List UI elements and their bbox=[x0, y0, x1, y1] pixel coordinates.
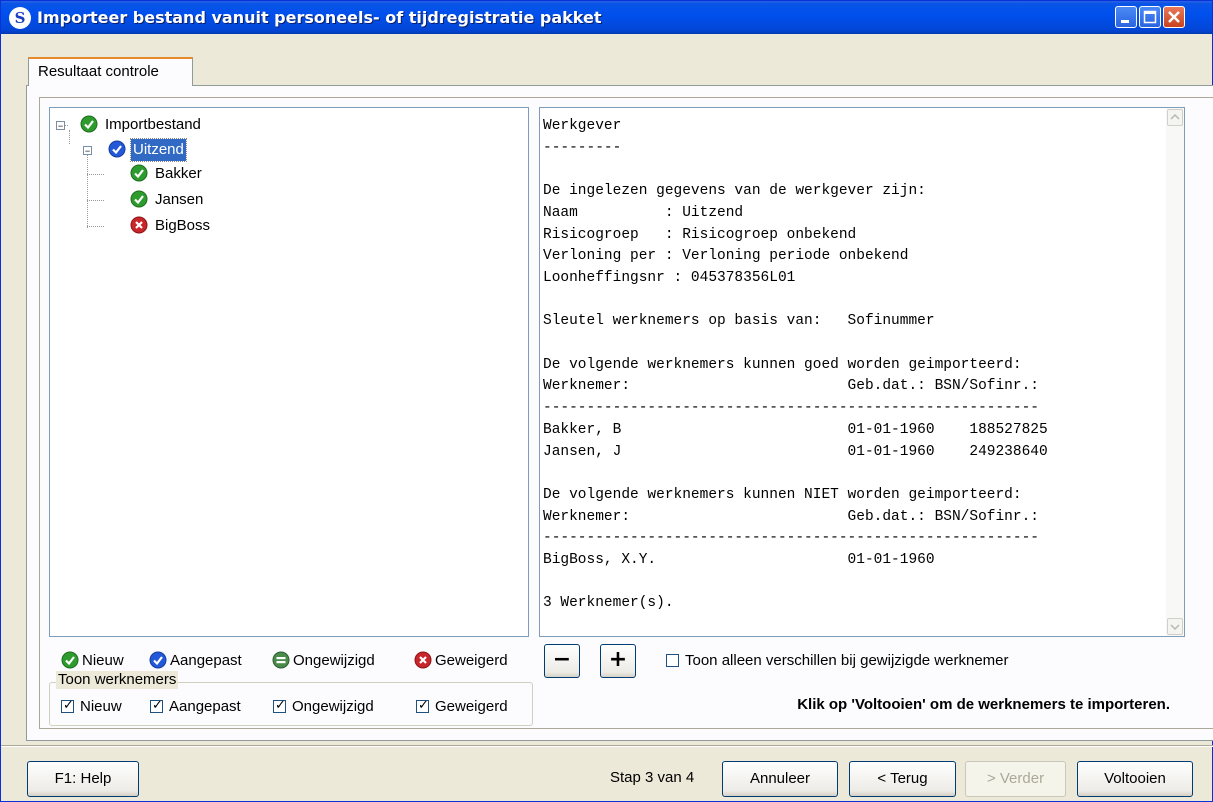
back-button[interactable]: < Terug bbox=[849, 761, 956, 797]
maximize-button[interactable] bbox=[1139, 6, 1161, 28]
legend-label: Ongewijzigd bbox=[293, 652, 375, 669]
minimize-icon bbox=[1121, 20, 1129, 23]
expand-all-button[interactable]: + bbox=[600, 644, 636, 678]
tree-node-label: Bakker bbox=[155, 165, 202, 182]
checkmark-icon: ✓ bbox=[418, 698, 429, 713]
checkbox-label: Aangepast bbox=[169, 698, 241, 715]
app-logo-icon: S bbox=[9, 7, 31, 29]
checkmark-icon: ✓ bbox=[275, 698, 286, 713]
report-scrollbar[interactable] bbox=[1166, 108, 1184, 636]
collapse-all-button[interactable]: − bbox=[544, 644, 580, 678]
geweigerd-status-icon bbox=[130, 216, 148, 234]
filter-aangepast-checkbox[interactable]: ✓ Aangepast bbox=[150, 698, 241, 716]
nieuw-status-icon bbox=[61, 651, 79, 669]
cancel-button[interactable]: Annuleer bbox=[722, 761, 838, 797]
result-tree[interactable]: − − Importbestand Uitzend Bakker Jansen … bbox=[49, 107, 529, 637]
nieuw-status-icon bbox=[80, 115, 98, 133]
filter-nieuw-checkbox[interactable]: ✓ Nieuw bbox=[61, 698, 122, 716]
tree-node-bakker[interactable]: Bakker bbox=[130, 163, 204, 185]
minimize-button[interactable] bbox=[1115, 6, 1137, 28]
legend-ongewijzigd: Ongewijzigd bbox=[272, 650, 375, 672]
tab-resultaat-controle[interactable]: Resultaat controle bbox=[28, 57, 193, 86]
footer-separator bbox=[1, 745, 1213, 747]
checkbox-label: Geweigerd bbox=[435, 698, 508, 715]
finish-hint-text: Klik op 'Voltooien' om de werknemers te … bbox=[797, 696, 1170, 713]
tree-node-label: Importbestand bbox=[105, 116, 201, 133]
ongewijzigd-status-icon bbox=[272, 651, 290, 669]
checkbox-label: Ongewijzigd bbox=[292, 698, 374, 715]
close-button[interactable] bbox=[1163, 6, 1185, 28]
window-title: Importeer bestand vanuit personeels- of … bbox=[37, 8, 602, 27]
legend-aangepast: Aangepast bbox=[149, 650, 242, 672]
tree-node-importbestand[interactable]: Importbestand bbox=[80, 114, 203, 136]
legend-label: Geweigerd bbox=[435, 652, 508, 669]
geweigerd-status-icon bbox=[414, 651, 432, 669]
filter-ongewijzigd-checkbox[interactable]: ✓ Ongewijzigd bbox=[273, 698, 374, 716]
finish-button[interactable]: Voltooien bbox=[1077, 761, 1193, 797]
chevron-down-icon bbox=[1170, 624, 1180, 631]
checkmark-icon: ✓ bbox=[152, 698, 163, 713]
maximize-icon bbox=[1143, 10, 1157, 24]
toon-alleen-verschillen-checkbox[interactable]: Toon alleen verschillen bij gewijzigde w… bbox=[666, 652, 1009, 670]
nieuw-status-icon bbox=[130, 164, 148, 182]
checkmark-icon: ✓ bbox=[63, 698, 74, 713]
help-button[interactable]: F1: Help bbox=[27, 761, 139, 797]
tree-node-label: Uitzend bbox=[130, 138, 187, 162]
aangepast-status-icon bbox=[149, 651, 167, 669]
scroll-up-button[interactable] bbox=[1167, 109, 1183, 126]
checkbox-label: Nieuw bbox=[80, 698, 122, 715]
filter-geweigerd-checkbox[interactable]: ✓ Geweigerd bbox=[416, 698, 508, 716]
next-button[interactable]: > Verder bbox=[965, 761, 1066, 797]
report-text: Werkgever --------- De ingelezen gegeven… bbox=[543, 118, 1048, 612]
tree-node-label: BigBoss bbox=[155, 217, 211, 234]
aangepast-status-icon bbox=[108, 140, 126, 158]
tree-node-jansen[interactable]: Jansen bbox=[130, 189, 205, 211]
close-icon bbox=[1168, 11, 1180, 23]
legend-label: Aangepast bbox=[170, 652, 242, 669]
chevron-up-icon bbox=[1170, 113, 1180, 120]
legend-nieuw: Nieuw bbox=[61, 650, 124, 672]
legend-label: Nieuw bbox=[82, 652, 124, 669]
report-text-area[interactable]: Werkgever --------- De ingelezen gegeven… bbox=[539, 107, 1185, 637]
nieuw-status-icon bbox=[130, 190, 148, 208]
group-title: Toon werknemers bbox=[56, 671, 179, 689]
legend-geweigerd: Geweigerd bbox=[414, 650, 508, 672]
tree-node-label: Jansen bbox=[155, 191, 204, 208]
tree-collapse-icon[interactable]: − bbox=[56, 121, 65, 131]
import-dialog-window: S Importeer bestand vanuit personeels- o… bbox=[0, 0, 1213, 802]
checkbox-label: Toon alleen verschillen bij gewijzigde w… bbox=[685, 652, 1009, 669]
tree-node-bigboss[interactable]: BigBoss bbox=[130, 215, 212, 237]
title-bar[interactable]: S Importeer bestand vanuit personeels- o… bbox=[1, 1, 1212, 34]
step-indicator: Stap 3 van 4 bbox=[610, 769, 695, 786]
tree-collapse-icon[interactable]: − bbox=[83, 146, 92, 156]
scroll-down-button[interactable] bbox=[1167, 618, 1183, 635]
tree-node-uitzend[interactable]: Uitzend bbox=[108, 138, 187, 162]
